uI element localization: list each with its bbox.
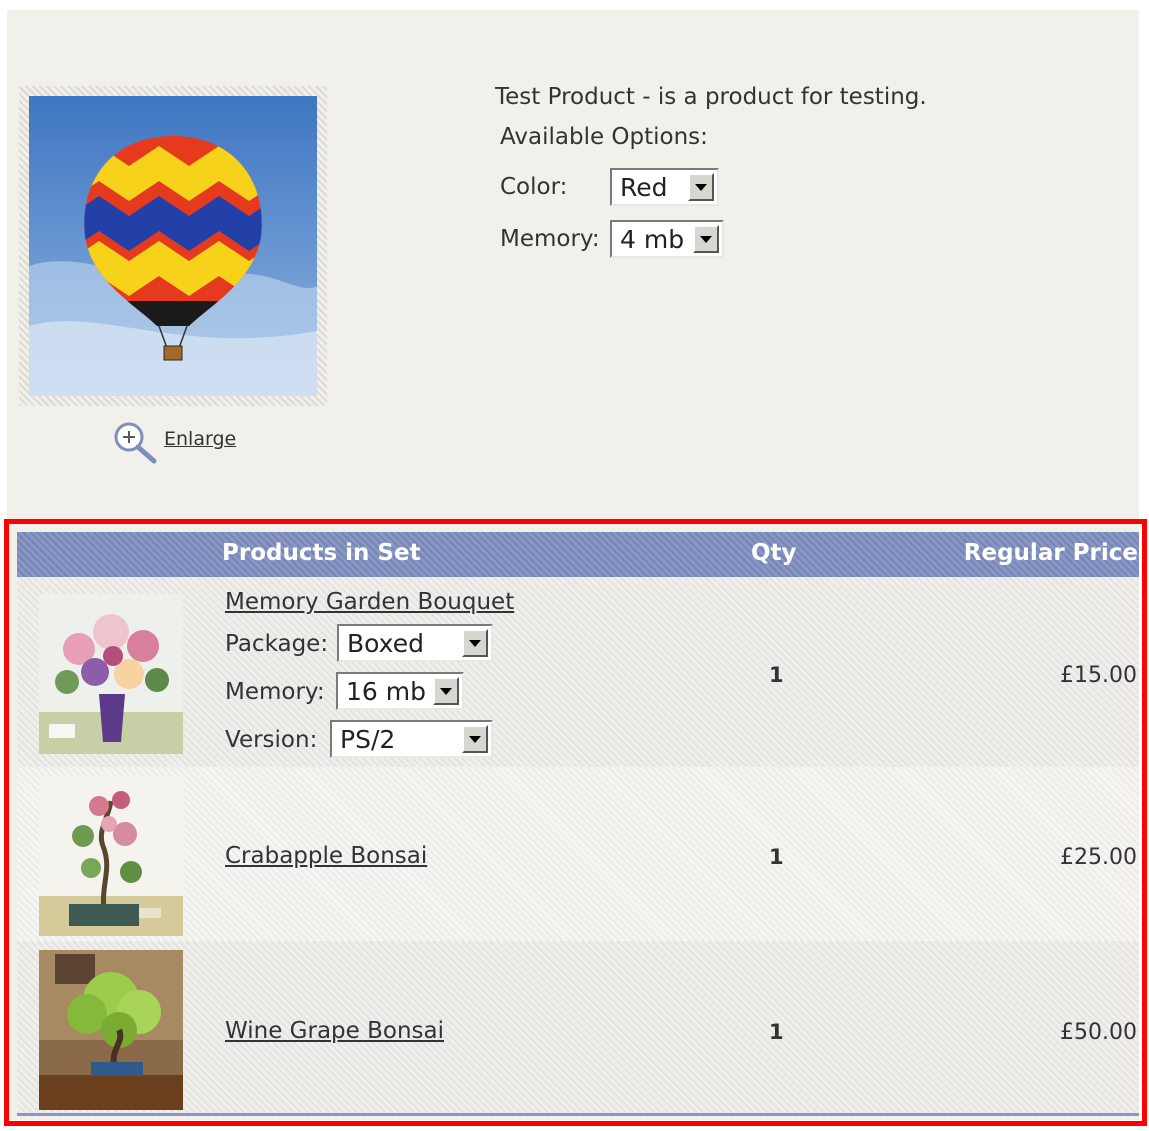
- set-table-header: Products in Set Qty Regular Price: [17, 532, 1139, 577]
- header-qty: Qty: [751, 540, 797, 566]
- product-description: Test Product - is a product for testing.: [495, 84, 927, 110]
- item-link-crabapple-bonsai[interactable]: Crabapple Bonsai: [225, 843, 427, 869]
- dropdown-arrow-icon: [433, 677, 459, 705]
- item-memory-select-value: 16 mb: [346, 676, 426, 706]
- version-label: Version:: [225, 727, 318, 753]
- item-qty: 1: [769, 1020, 784, 1044]
- color-select-value: Red: [620, 172, 668, 202]
- header-products-in-set: Products in Set: [222, 540, 421, 566]
- item-price: £50.00: [1060, 1020, 1137, 1045]
- dropdown-arrow-icon: [462, 725, 488, 753]
- product-image-frame: [19, 86, 327, 406]
- package-select[interactable]: Boxed: [337, 624, 493, 662]
- table-bottom-rule: [17, 1113, 1139, 1116]
- table-row: Wine Grape Bonsai 1 £50.00: [17, 941, 1139, 1113]
- available-options-heading: Available Options:: [500, 124, 708, 150]
- enlarge-link[interactable]: Enlarge: [112, 420, 236, 468]
- item-memory-label: Memory:: [225, 679, 325, 705]
- package-select-value: Boxed: [347, 628, 424, 658]
- color-select[interactable]: Red: [610, 168, 719, 206]
- item-link-memory-garden-bouquet[interactable]: Memory Garden Bouquet: [225, 589, 514, 615]
- header-regular-price: Regular Price: [963, 540, 1138, 566]
- item-price: £25.00: [1060, 845, 1137, 870]
- item-price: £15.00: [1060, 663, 1137, 688]
- package-label: Package:: [225, 631, 329, 657]
- version-select-value: PS/2: [340, 724, 396, 754]
- item-memory-select[interactable]: 16 mb: [336, 672, 464, 710]
- enlarge-label[interactable]: Enlarge: [164, 428, 236, 450]
- item-link-wine-grape-bonsai[interactable]: Wine Grape Bonsai: [225, 1018, 444, 1044]
- item-qty: 1: [769, 845, 784, 869]
- bouquet-thumbnail[interactable]: [39, 594, 183, 754]
- product-image[interactable]: [29, 96, 317, 396]
- wine-grape-bonsai-thumbnail[interactable]: [39, 950, 183, 1110]
- dropdown-arrow-icon: [688, 173, 714, 201]
- version-select[interactable]: PS/2: [330, 720, 493, 758]
- table-row: Crabapple Bonsai 1 £25.00: [17, 767, 1139, 941]
- dropdown-arrow-icon: [693, 225, 719, 253]
- crabapple-bonsai-thumbnail[interactable]: [39, 776, 183, 936]
- color-label: Color:: [500, 174, 568, 200]
- item-qty: 1: [769, 663, 784, 687]
- memory-select[interactable]: 4 mb: [610, 220, 724, 258]
- zoom-in-icon: [112, 420, 158, 468]
- memory-label: Memory:: [500, 226, 600, 252]
- dropdown-arrow-icon: [462, 629, 488, 657]
- table-row: Memory Garden Bouquet Package: Boxed Mem…: [17, 577, 1139, 767]
- memory-select-value: 4 mb: [620, 224, 685, 254]
